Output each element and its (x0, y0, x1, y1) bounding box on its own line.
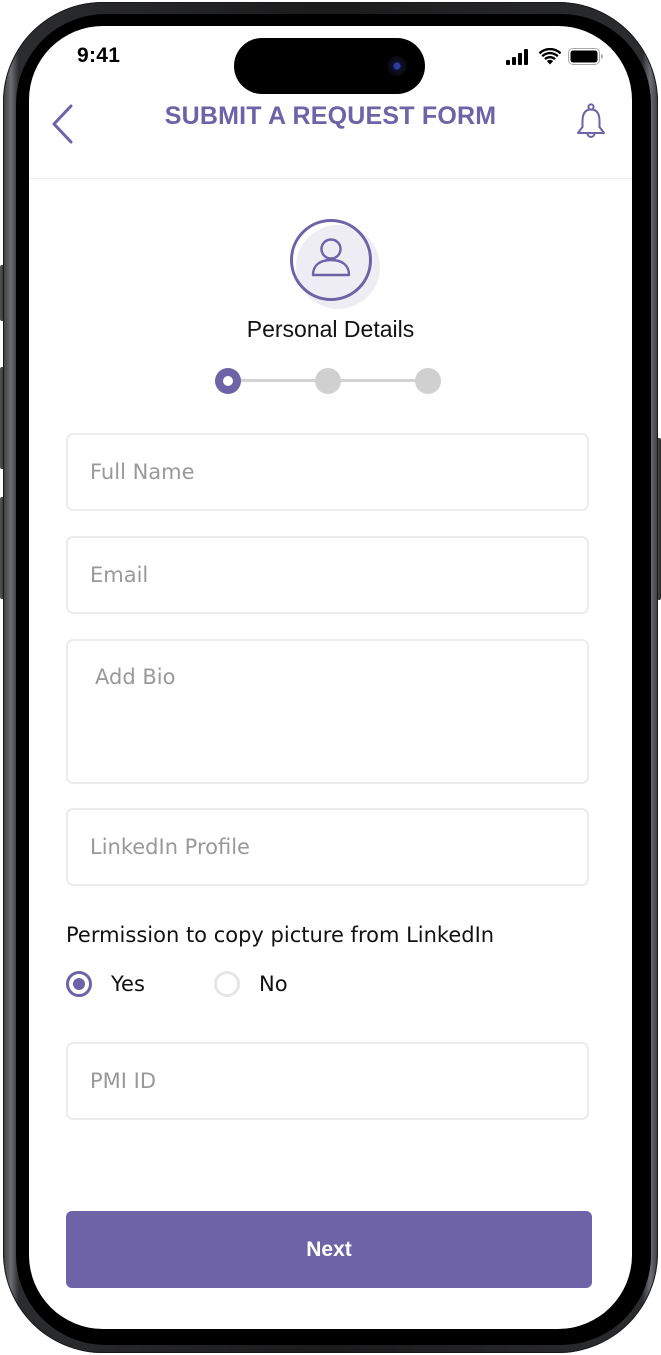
linkedin-profile-input[interactable]: LinkedIn Profile (66, 808, 589, 886)
radio-no-label: No (259, 972, 288, 996)
step-avatar (290, 219, 380, 309)
user-icon (309, 236, 353, 285)
step-title: Personal Details (246, 316, 415, 342)
full-name-placeholder: Full Name (90, 460, 195, 484)
status-time: 9:41 (77, 44, 121, 67)
pmi-id-placeholder: PMI ID (90, 1069, 157, 1093)
radio-no[interactable]: No (214, 971, 288, 997)
progress-stepper (215, 368, 442, 394)
pmi-id-input[interactable]: PMI ID (66, 1042, 589, 1120)
radio-no-circle[interactable] (214, 971, 240, 997)
page-title: SUBMIT A REQUEST FORM (164, 102, 497, 130)
chevron-left-icon (49, 104, 79, 150)
bio-textarea[interactable]: Add Bio (66, 639, 589, 784)
next-button[interactable]: Next (66, 1211, 592, 1288)
full-name-input[interactable]: Full Name (66, 433, 589, 511)
stepper-line (235, 379, 325, 382)
screen: 9:41 SUBMIT A REQUEST FORM Personal Deta… (29, 26, 632, 1329)
permission-label: Permission to copy picture from LinkedIn (66, 923, 495, 947)
step-dot-1 (215, 368, 241, 394)
bell-icon (574, 103, 608, 146)
dynamic-island (234, 38, 425, 94)
wifi-icon (538, 47, 562, 70)
bio-placeholder: Add Bio (95, 665, 176, 689)
radio-yes-label: Yes (111, 972, 145, 996)
header: SUBMIT A REQUEST FORM (29, 94, 632, 179)
step-dot-2 (315, 368, 341, 394)
battery-icon (568, 48, 604, 70)
cellular-signal-icon (506, 48, 532, 70)
linkedin-placeholder: LinkedIn Profile (90, 835, 250, 859)
radio-yes-circle[interactable] (66, 971, 92, 997)
radio-yes[interactable]: Yes (66, 971, 145, 997)
email-input[interactable]: Email (66, 536, 589, 614)
status-icons (506, 47, 604, 70)
notifications-button[interactable] (574, 102, 608, 142)
stepper-line (335, 379, 425, 382)
step-dot-3 (415, 368, 441, 394)
front-camera (387, 56, 407, 76)
email-placeholder: Email (90, 563, 149, 587)
